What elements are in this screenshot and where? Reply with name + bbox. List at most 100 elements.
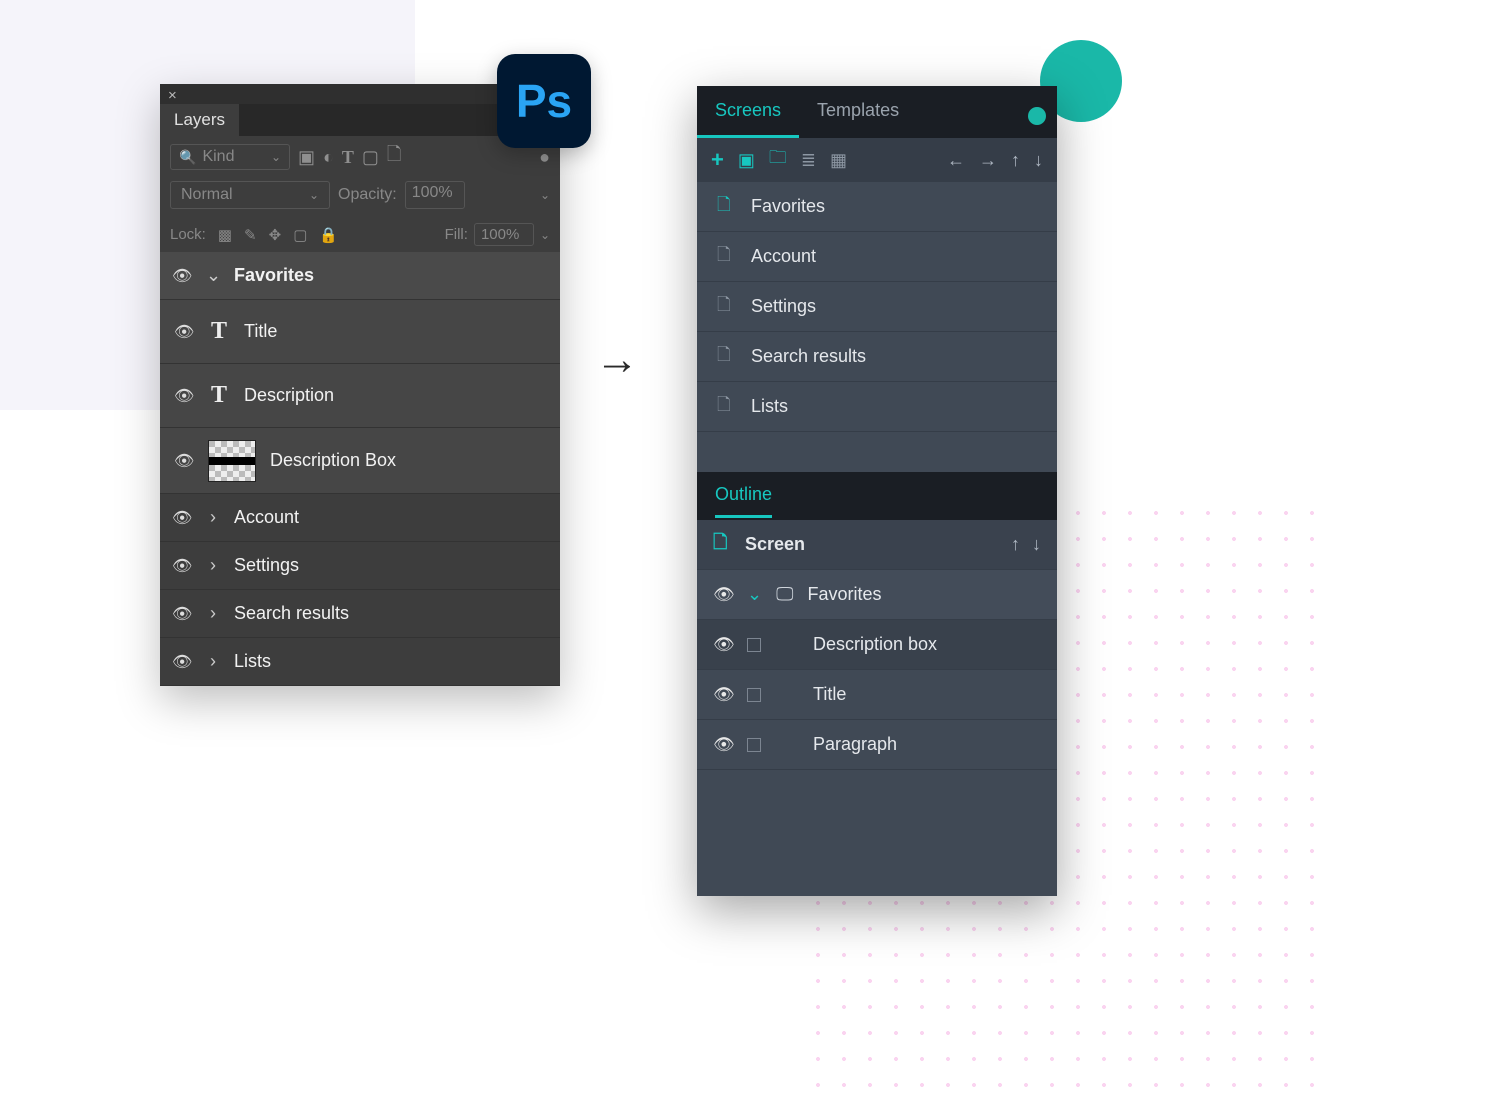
arrow-right-icon[interactable]: → [979,150,997,171]
arrow-down-icon[interactable]: ↓ [1034,150,1043,171]
photoshop-layers-panel: × Layers 🔍 Kind ⌄ ▣ ◐ T ▢ 🗋 ● Normal ⌄ O… [160,84,560,686]
screen-search-results[interactable]: 🗋 Search results [697,332,1057,382]
screen-label: Account [751,246,816,267]
arrow-left-icon[interactable]: ← [947,150,965,171]
layer-description[interactable]: 👁 T Description [160,364,560,428]
layer-label: Description [244,385,334,406]
file-icon: 🗋 [717,292,735,321]
add-icon[interactable]: + [711,147,724,173]
image-icon[interactable]: ▣ [738,150,755,171]
outline-label: Screen [745,534,805,555]
chevron-down-icon[interactable]: ⌄ [540,228,550,242]
file-icon: 🗋 [717,392,735,421]
search-icon: 🔍 [179,149,196,166]
layer-group-favorites[interactable]: 👁 ⌄ Favorites [160,252,560,300]
screen-icon: 🗋 [713,530,731,560]
smartobj-filter-icon[interactable]: 🗋 [387,142,401,172]
list-icon[interactable]: ≣ [801,150,816,171]
lock-brush-icon[interactable]: ✎ [244,226,257,244]
layer-group-account[interactable]: 👁 › Account [160,494,560,542]
blend-mode-select[interactable]: Normal ⌄ [170,181,330,209]
chevron-right-icon[interactable]: › [206,555,220,576]
visibility-icon[interactable]: 👁 [172,508,192,528]
adjustment-filter-icon[interactable]: ◐ [323,147,334,168]
lock-pixels-icon[interactable]: ▩ [218,226,232,244]
target-tabbar: Screens Templates [697,86,1057,138]
blend-row: Normal ⌄ Opacity: 100% ⌄ [160,178,560,217]
checkbox-icon[interactable] [747,688,761,702]
layer-group-lists[interactable]: 👁 › Lists [160,638,560,686]
type-filter-icon[interactable]: T [342,147,354,168]
visibility-icon[interactable]: 👁 [174,322,194,342]
outline-tab[interactable]: Outline [715,484,772,518]
visibility-icon[interactable]: 👁 [172,652,192,672]
arrow-down-icon[interactable]: ↓ [1032,534,1041,555]
visibility-icon[interactable]: 👁 [172,604,192,624]
image-filter-icon[interactable]: ▣ [298,147,315,168]
opacity-input[interactable]: 100% [405,181,465,209]
screen-account[interactable]: 🗋 Account [697,232,1057,282]
screen-label: Favorites [751,196,825,217]
visibility-icon[interactable]: 👁 [713,635,733,655]
lock-all-icon[interactable]: 🔒 [319,226,338,244]
grid-icon[interactable]: ▦ [830,150,847,171]
shape-filter-icon[interactable]: ▢ [362,147,379,168]
layer-label: Settings [234,555,299,576]
layer-title[interactable]: 👁 T Title [160,300,560,364]
visibility-icon[interactable]: 👁 [174,451,194,471]
checkbox-icon[interactable] [747,738,761,752]
folder-add-icon[interactable]: 🗀 [769,145,787,175]
filter-toggle-icon[interactable]: ● [539,147,550,168]
fill-input[interactable]: 100% [474,223,534,246]
layer-group-settings[interactable]: 👁 › Settings [160,542,560,590]
chevron-down-icon[interactable]: ⌄ [747,584,762,605]
photoshop-logo: Ps [497,54,591,148]
outline-group-favorites[interactable]: 👁 ⌄ 🖵 Favorites [697,570,1057,620]
fill-label: Fill: [445,226,468,243]
visibility-icon[interactable]: 👁 [172,266,192,286]
file-icon: 🗋 [717,342,735,371]
arrow-right-icon: → [595,335,639,385]
kind-filter[interactable]: 🔍 Kind ⌄ [170,144,290,170]
tab-templates[interactable]: Templates [799,86,917,138]
screen-lists[interactable]: 🗋 Lists [697,382,1057,432]
close-icon[interactable]: × [168,87,177,104]
chevron-right-icon[interactable]: › [206,603,220,624]
chevron-down-icon: ⌄ [271,150,281,164]
tab-layers[interactable]: Layers [160,104,239,136]
outline-item-title[interactable]: 👁 Title [697,670,1057,720]
screen-settings[interactable]: 🗋 Settings [697,282,1057,332]
outline-label: Description box [813,634,937,655]
chevron-down-icon[interactable]: ⌄ [540,188,550,202]
visibility-icon[interactable]: 👁 [713,685,733,705]
favorite-file-icon: 🗋 [717,192,735,221]
visibility-icon[interactable]: 👁 [713,585,733,605]
outline-root[interactable]: 🗋 Screen ↑ ↓ [697,520,1057,570]
arrow-up-icon[interactable]: ↑ [1011,150,1020,171]
layer-thumbnail [208,440,256,482]
layer-description-box[interactable]: 👁 Description Box [160,428,560,494]
visibility-icon[interactable]: 👁 [713,735,733,755]
outline-item-paragraph[interactable]: 👁 Paragraph [697,720,1057,770]
chevron-down-icon[interactable]: ⌄ [206,265,220,286]
layer-group-search-results[interactable]: 👁 › Search results [160,590,560,638]
outline-label: Title [813,684,846,705]
monitor-icon: 🖵 [776,584,793,605]
outline-item-description-box[interactable]: 👁 Description box [697,620,1057,670]
checkbox-icon[interactable] [747,638,761,652]
screen-favorites[interactable]: 🗋 Favorites [697,182,1057,232]
tab-screens[interactable]: Screens [697,86,799,138]
visibility-icon[interactable]: 👁 [172,556,192,576]
chevron-right-icon[interactable]: › [206,651,220,672]
layer-label: Description Box [270,450,396,471]
lock-move-icon[interactable]: ✥ [269,226,282,244]
section-gap [697,432,1057,472]
arrow-up-icon[interactable]: ↑ [1011,534,1020,555]
visibility-icon[interactable]: 👁 [174,386,194,406]
file-icon: 🗋 [717,242,735,271]
layer-label: Title [244,321,277,342]
outline-header: Outline [697,472,1057,520]
screen-label: Settings [751,296,816,317]
lock-artboard-icon[interactable]: ▢ [293,226,307,244]
chevron-right-icon[interactable]: › [206,507,220,528]
